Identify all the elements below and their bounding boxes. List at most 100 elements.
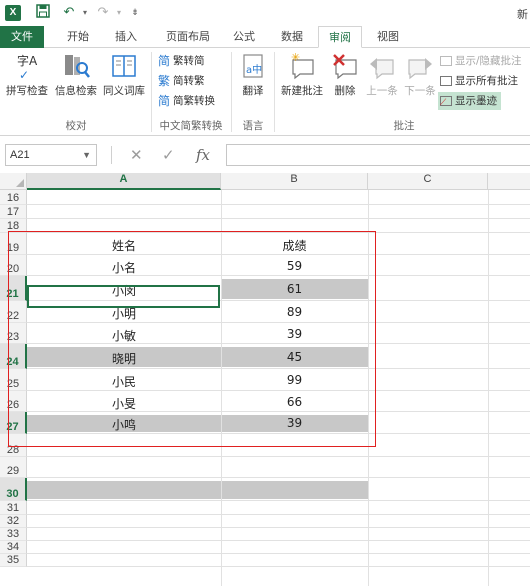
excel-logo-icon: X [5, 5, 21, 21]
row-header-31[interactable]: 31 [0, 501, 27, 515]
thesaurus-button[interactable]: 同义词库 [100, 52, 148, 98]
formula-input[interactable] [226, 144, 530, 166]
row-header-34[interactable]: 34 [0, 541, 27, 554]
row-gridline [27, 218, 530, 219]
simp-to-trad-icon: 繁 [158, 74, 171, 88]
show-ink-button[interactable]: ⟋ 显示墨迹 [438, 92, 501, 110]
row-header-35[interactable]: 35 [0, 554, 27, 567]
show-hide-comment-button[interactable]: 显示/隐藏批注 [440, 52, 522, 70]
enter-icon[interactable]: ✓ [162, 146, 175, 164]
column-header-c[interactable]: C [368, 173, 488, 190]
chinese-convert-icon: 简 [158, 94, 171, 108]
comments-group-label: 批注 [393, 120, 415, 132]
new-comment-button[interactable]: ✳ 新建批注 [278, 51, 326, 98]
new-comment-label: 新建批注 [281, 85, 323, 97]
window-title: 新 [517, 8, 528, 21]
undo-dropdown-icon[interactable]: ▾ [76, 4, 94, 22]
column-header-b[interactable]: B [221, 173, 368, 190]
previous-comment-button[interactable]: 上一条 [364, 52, 400, 98]
tab-page-layout[interactable]: 页面布局 [160, 26, 216, 48]
spelling-icon: 字A ✓ [17, 54, 38, 82]
research-button[interactable]: 信息检索 [52, 52, 100, 98]
svg-text:✳: ✳ [291, 52, 300, 64]
translate-icon: a中 [239, 52, 267, 80]
annotation-highlight-box [8, 231, 376, 447]
group-separator [274, 52, 275, 132]
save-icon[interactable] [34, 4, 52, 22]
translate-button[interactable]: a中 翻译 [236, 52, 270, 98]
tab-data[interactable]: 数据 [272, 26, 312, 48]
name-box[interactable]: A21 ▼ [5, 144, 97, 166]
language-group-label: 语言 [242, 120, 264, 132]
show-ink-label: 显示墨迹 [455, 95, 497, 107]
row-header-17[interactable]: 17 [0, 205, 27, 219]
chinese-convert-label: 简繁转换 [173, 95, 216, 107]
worksheet-grid: A B C 16 17 18 19 20 21 22 23 24 25 26 27 28 29 30 31 32… [0, 173, 530, 586]
tab-view[interactable]: 视图 [368, 26, 408, 48]
name-box-value: A21 [10, 149, 30, 161]
previous-comment-icon [368, 52, 396, 80]
row-header-33[interactable]: 33 [0, 528, 27, 541]
show-ink-icon: ⟋ [440, 96, 452, 108]
research-icon [62, 52, 90, 80]
thesaurus-label: 同义词库 [103, 85, 145, 97]
row-gridline [27, 514, 530, 515]
spelling-label: 拼写检查 [6, 85, 48, 97]
group-separator [231, 52, 232, 132]
tab-formulas[interactable]: 公式 [226, 26, 262, 48]
ribbon-tabs: 文件 开始 插入 页面布局 公式 数据 审阅 视图 [0, 26, 530, 48]
next-comment-button[interactable]: 下一条 [402, 52, 438, 98]
show-all-comments-button[interactable]: 显示所有批注 [440, 72, 518, 90]
tab-review[interactable]: 审阅 [318, 26, 362, 48]
new-comment-icon: ✳ [288, 51, 316, 80]
thesaurus-icon [110, 52, 138, 80]
formula-bar: A21 ▼ ✕ ✓ fx [0, 136, 530, 173]
tab-file[interactable]: 文件 [0, 26, 44, 48]
delete-comment-icon [331, 52, 359, 80]
row-header-16[interactable]: 16 [0, 190, 27, 205]
translate-label: 翻译 [242, 85, 264, 97]
ribbon-review: 字A ✓ 拼写检查 信息检索 同义词库 校对 简繁转简 繁简转繁 简简繁转换 中… [0, 48, 530, 136]
row-header-32[interactable]: 32 [0, 515, 27, 528]
trad-to-simp-label: 繁转简 [173, 55, 205, 67]
simp-to-trad-label: 简转繁 [173, 75, 205, 87]
row-gridline [27, 500, 530, 501]
row-header-29[interactable]: 29 [0, 457, 27, 478]
row-header-30[interactable]: 30 [0, 478, 27, 501]
chinese-convert-button[interactable]: 简简繁转换 [158, 92, 215, 110]
select-all-icon [16, 179, 24, 187]
cancel-icon[interactable]: ✕ [130, 146, 143, 164]
tab-home[interactable]: 开始 [58, 26, 98, 48]
trad-to-simp-icon: 简 [158, 54, 171, 68]
group-separator [151, 52, 152, 132]
trad-to-simp-button[interactable]: 简繁转简 [158, 52, 205, 70]
delete-comment-label: 删除 [334, 85, 356, 97]
show-all-comments-icon [440, 76, 452, 86]
insert-function-icon[interactable]: fx [196, 146, 210, 164]
delete-comment-button[interactable]: 删除 [328, 52, 362, 98]
spelling-button[interactable]: 字A ✓ 拼写检查 [4, 52, 50, 98]
tab-insert[interactable]: 插入 [106, 26, 146, 48]
show-all-comments-label: 显示所有批注 [455, 75, 518, 87]
show-hide-comment-icon [440, 56, 452, 66]
column-header-d[interactable] [488, 173, 530, 190]
research-label: 信息检索 [55, 85, 97, 97]
chinese-group-label: 中文简繁转换 [159, 120, 223, 132]
customize-qat-icon[interactable]: ⇟ [126, 4, 144, 22]
proofing-group-label: 校对 [65, 120, 87, 132]
row-highlight-30 [27, 481, 368, 499]
row-gridline [27, 477, 530, 478]
row-gridline [27, 456, 530, 457]
chevron-down-icon[interactable]: ▼ [82, 145, 91, 165]
next-comment-icon [406, 52, 434, 80]
column-header-a[interactable]: A [27, 173, 221, 190]
previous-comment-label: 上一条 [366, 85, 398, 97]
row-gridline [27, 527, 530, 528]
show-hide-comment-label: 显示/隐藏批注 [455, 55, 522, 67]
select-all-corner[interactable] [0, 173, 27, 190]
title-bar: X ↶ ▾ ↷ ▾ ⇟ 新 [0, 0, 530, 26]
row-gridline [27, 540, 530, 541]
row-gridline [27, 553, 530, 554]
formula-bar-separator [111, 146, 112, 164]
simp-to-trad-button[interactable]: 繁简转繁 [158, 72, 205, 90]
